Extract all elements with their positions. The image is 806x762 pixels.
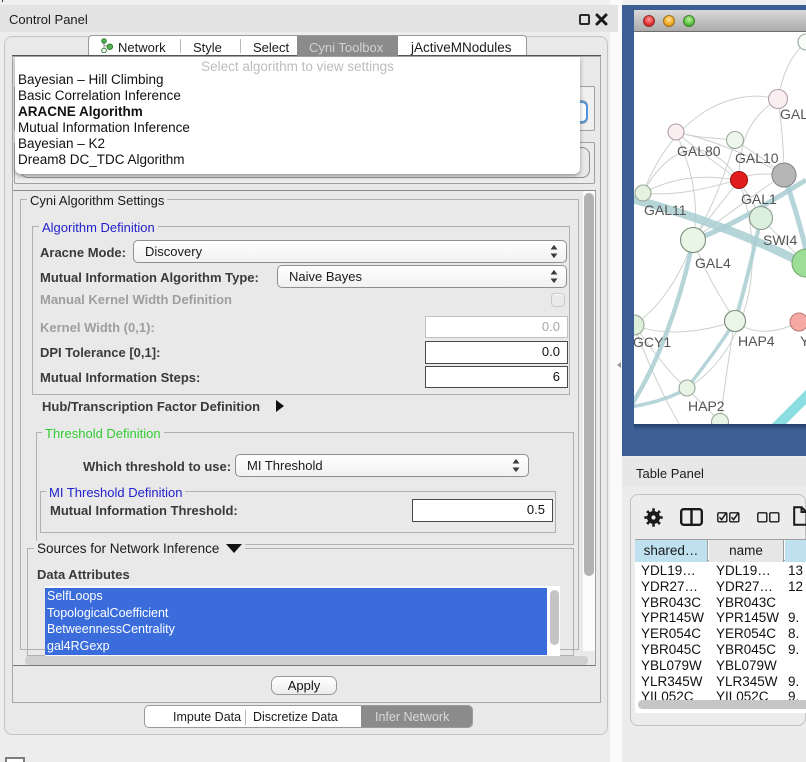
svg-text:HAP2: HAP2: [688, 398, 725, 414]
svg-text:SWI4: SWI4: [763, 232, 797, 248]
svg-text:GAL1: GAL1: [741, 191, 777, 207]
svg-text:GCY1: GCY1: [634, 334, 671, 350]
svg-text:GAL80: GAL80: [677, 143, 721, 159]
svg-text:Y: Y: [800, 333, 806, 349]
svg-text:GAL11: GAL11: [644, 202, 687, 218]
svg-text:HAP4: HAP4: [738, 333, 775, 349]
svg-text:GAL4: GAL4: [695, 255, 731, 271]
svg-text:GAL10: GAL10: [735, 150, 779, 166]
svg-text:GAL: GAL: [780, 106, 806, 122]
